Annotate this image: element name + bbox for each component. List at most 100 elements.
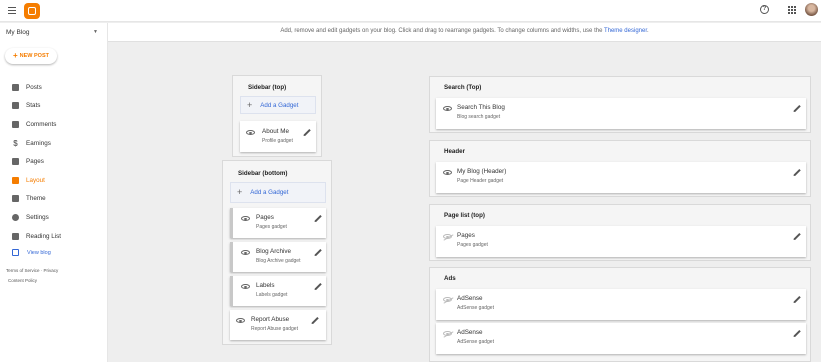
footer-links: Terms of Service · Privacy Content Polic… [6, 266, 58, 286]
add-gadget-button[interactable]: + Add a Gadget [230, 182, 326, 203]
gadget-search-this-blog[interactable]: Search This Blog Blog search gadget [436, 98, 806, 129]
gadget-type: Report Abuse gadget [251, 326, 298, 332]
gadget-name: Pages [256, 214, 274, 221]
sidebar-item-label: Pages [26, 158, 44, 166]
gadget-adsense[interactable]: AdSense AdSense gadget [436, 289, 806, 320]
footer-separator: · [40, 268, 43, 273]
eye-off-icon[interactable] [443, 331, 452, 336]
gadget-name: About Me [262, 128, 289, 135]
gadget-type: AdSense gadget [457, 339, 494, 345]
section-search-top: Search (Top) Search This Blog Blog searc… [429, 76, 811, 133]
sidebar-item-label: Comments [26, 120, 57, 128]
gadget-name: Blog Archive [256, 248, 292, 255]
pencil-icon[interactable] [792, 168, 802, 178]
hamburger-icon[interactable] [8, 7, 16, 15]
eye-icon[interactable] [236, 318, 245, 323]
sidebar-item-layout[interactable]: Layout [0, 171, 108, 190]
view-blog-link[interactable]: View blog [12, 249, 51, 256]
apps-grid-icon[interactable] [788, 6, 796, 14]
new-post-button[interactable]: + NEW POST [5, 48, 57, 64]
sidebar-item-stats[interactable]: Stats [0, 97, 108, 116]
gadget-name: Report Abuse [251, 316, 290, 323]
sidebar-nav: Posts Stats Comments $ Earnings Pages La… [0, 78, 108, 245]
sidebar-item-label: Reading List [26, 232, 62, 240]
gadget-type: Page Header gadget [457, 178, 504, 184]
layout-notice: Add, remove and edit gadgets on your blo… [108, 23, 821, 42]
eye-icon[interactable] [246, 130, 255, 135]
sidebar-item-earnings[interactable]: $ Earnings [0, 134, 108, 153]
blog-selector[interactable]: My Blog ▼ [6, 29, 98, 36]
gadget-name: My Blog (Header) [457, 168, 507, 175]
eye-icon[interactable] [241, 216, 250, 221]
view-blog-label: View blog [27, 249, 51, 256]
gadget-name: Pages [457, 232, 475, 239]
sidebar-item-comments[interactable]: Comments [0, 115, 108, 134]
terms-link[interactable]: Terms of Service [6, 268, 40, 273]
blog-name: My Blog [6, 29, 30, 36]
pencil-icon[interactable] [313, 282, 323, 292]
pages-icon [12, 158, 19, 166]
user-avatar[interactable] [805, 3, 818, 16]
chevron-down-icon: ▼ [93, 29, 98, 35]
notice-text: Add, remove and edit gadgets on your blo… [280, 28, 604, 34]
posts-icon [12, 83, 19, 91]
pencil-icon[interactable] [310, 316, 320, 326]
section-sidebar-top: Sidebar (top) + Add a Gadget About Me Pr… [232, 75, 322, 157]
pencil-icon[interactable] [313, 214, 323, 224]
gadget-type: Blog Archive gadget [256, 258, 301, 264]
gadget-report-abuse[interactable]: Report Abuse Report Abuse gadget [230, 310, 326, 340]
section-title: Sidebar (bottom) [238, 170, 288, 177]
comments-icon [12, 120, 19, 128]
sidebar-item-label: Layout [26, 176, 45, 184]
pencil-icon[interactable] [302, 128, 312, 138]
gadget-name: Labels [256, 282, 275, 289]
section-page-list-top: Page list (top) Pages Pages gadget [429, 204, 811, 261]
theme-designer-link[interactable]: Theme designer [604, 28, 647, 34]
gadget-about-me[interactable]: About Me Profile gadget [240, 121, 316, 152]
pencil-icon[interactable] [792, 295, 802, 305]
pencil-icon[interactable] [792, 329, 802, 339]
top-app-bar: ? [0, 0, 821, 22]
blogger-logo-icon[interactable] [24, 3, 40, 19]
section-sidebar-bottom: Sidebar (bottom) + Add a Gadget Pages Pa… [222, 160, 332, 345]
eye-off-icon[interactable] [443, 297, 452, 302]
add-gadget-label: Add a Gadget [260, 101, 299, 109]
sidebar-item-settings[interactable]: Settings [0, 208, 108, 227]
sidebar-item-reading-list[interactable]: Reading List [0, 227, 108, 246]
plus-icon: + [237, 187, 243, 197]
add-gadget-button[interactable]: + Add a Gadget [240, 96, 316, 114]
gadget-pages[interactable]: Pages Pages gadget [230, 208, 326, 238]
sidebar-item-posts[interactable]: Posts [0, 78, 108, 97]
help-circle-icon[interactable]: ? [760, 5, 769, 14]
section-header: Header My Blog (Header) Page Header gadg… [429, 140, 811, 197]
content-policy-link[interactable]: Content Policy [8, 278, 37, 283]
eye-icon[interactable] [443, 170, 452, 175]
privacy-link[interactable]: Privacy [44, 268, 59, 273]
section-ads: Ads AdSense AdSense gadget AdSense AdSen… [429, 267, 811, 362]
gadget-adsense[interactable]: AdSense AdSense gadget [436, 323, 806, 354]
pencil-icon[interactable] [792, 232, 802, 242]
pencil-icon[interactable] [792, 104, 802, 114]
gadget-name: AdSense [457, 295, 483, 302]
eye-icon[interactable] [241, 284, 250, 289]
sidebar-item-label: Theme [26, 195, 46, 203]
pencil-icon[interactable] [313, 248, 323, 258]
new-post-label: NEW POST [19, 53, 49, 59]
sidebar-item-label: Settings [26, 213, 49, 221]
sidebar-item-pages[interactable]: Pages [0, 152, 108, 171]
gadget-type: Pages gadget [256, 224, 287, 230]
gadget-type: Labels gadget [256, 292, 288, 298]
gadget-blog-header[interactable]: My Blog (Header) Page Header gadget [436, 162, 806, 193]
eye-icon[interactable] [241, 250, 250, 255]
sidebar-item-theme[interactable]: Theme [0, 190, 108, 209]
external-link-icon [12, 249, 19, 256]
layout-icon [12, 176, 19, 184]
section-title: Sidebar (top) [248, 84, 287, 91]
gadget-labels[interactable]: Labels Labels gadget [230, 276, 326, 306]
plus-icon: + [12, 51, 18, 60]
theme-icon [12, 195, 19, 203]
gadget-page-list[interactable]: Pages Pages gadget [436, 226, 806, 257]
gadget-blog-archive[interactable]: Blog Archive Blog Archive gadget [230, 242, 326, 272]
eye-icon[interactable] [443, 106, 452, 111]
eye-off-icon[interactable] [443, 234, 452, 239]
